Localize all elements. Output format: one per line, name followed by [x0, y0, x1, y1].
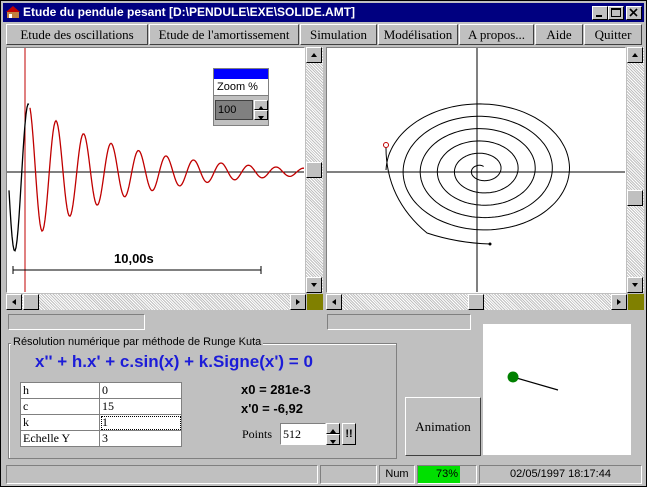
pendulum-app-icon: [6, 6, 20, 18]
minimize-button[interactable]: [592, 6, 608, 20]
param-value[interactable]: 15: [99, 398, 182, 415]
arrow-down-icon: [330, 440, 336, 444]
status-progress: 73%: [417, 465, 477, 484]
scroll-right-button[interactable]: [290, 294, 306, 310]
phase-canvas: [327, 48, 625, 292]
status-message: [6, 465, 318, 484]
pendulum-animation: [507, 371, 559, 391]
scroll-down-button[interactable]: [306, 277, 322, 293]
arrow-right-icon: [617, 299, 621, 305]
phase-spiral: [385, 103, 571, 245]
scrollbar-corner: [628, 294, 644, 310]
menu-quitter[interactable]: Quitter: [584, 24, 642, 45]
left-plot-vertical-scrollbar[interactable]: [306, 47, 323, 293]
zoom-label: Zoom %: [214, 79, 268, 96]
menu-simulation[interactable]: Simulation: [300, 24, 377, 45]
status-cell: [320, 465, 377, 484]
maximize-button[interactable]: [608, 6, 624, 20]
arrow-down-icon: [258, 116, 264, 120]
arrow-down-icon: [632, 283, 638, 287]
scroll-right-button[interactable]: [611, 294, 627, 310]
close-button[interactable]: [626, 6, 642, 20]
title-bar: Etude du pendule pesant [D:\PENDULE\EXE\…: [3, 3, 644, 22]
zoom-down-button[interactable]: [254, 110, 268, 120]
status-progress-text: 73%: [435, 468, 459, 480]
arrow-left-icon: [12, 299, 16, 305]
right-plot-vertical-scrollbar[interactable]: [627, 47, 644, 293]
param-name: Echelle Y: [20, 430, 100, 447]
pendulum-rod: [512, 376, 559, 391]
animation-canvas: [483, 324, 631, 455]
params-table: h 0 c 15 k 1 Echelle Y 3: [20, 382, 182, 447]
menu-a-propos[interactable]: A propos...: [459, 24, 534, 45]
scroll-thumb[interactable]: [468, 294, 484, 310]
oscillation-curve-tail: [29, 107, 304, 233]
right-plot-horizontal-scrollbar[interactable]: [326, 294, 627, 310]
table-row: k 1: [20, 414, 182, 431]
duration-label: 10,00s: [114, 251, 154, 266]
menu-etude-amortissement[interactable]: Etude de l'amortissement: [149, 24, 299, 45]
arrow-up-icon: [311, 53, 317, 57]
menu-aide[interactable]: Aide: [535, 24, 583, 45]
table-row: h 0: [20, 382, 182, 399]
left-gauge: [8, 314, 145, 330]
menu-bar: Etude des oscillations Etude de l'amorti…: [3, 24, 644, 45]
param-name: c: [20, 398, 100, 415]
table-row: Echelle Y 3: [20, 430, 182, 447]
right-gauge: [327, 314, 471, 330]
scrollbar-corner: [307, 294, 323, 310]
time-plot: 10,00s Zoom % 100: [6, 47, 305, 293]
zoom-header: [214, 69, 268, 79]
xp0-result: x'0 = -6,92: [241, 401, 303, 416]
menu-modelisation[interactable]: Modélisation: [378, 24, 458, 45]
close-icon: [629, 8, 638, 17]
window-title: Etude du pendule pesant [D:\PENDULE\EXE\…: [23, 5, 356, 19]
points-input[interactable]: 512: [280, 423, 326, 445]
param-value[interactable]: 1: [99, 414, 182, 431]
param-value[interactable]: 3: [99, 430, 182, 447]
oscillation-curve: [8, 103, 30, 252]
animation-button[interactable]: Animation: [405, 397, 481, 456]
param-name: k: [20, 414, 100, 431]
zoom-widget: Zoom % 100: [213, 68, 269, 126]
param-name: h: [20, 382, 100, 399]
scroll-thumb[interactable]: [306, 162, 322, 178]
pendulum-bob: [507, 371, 519, 383]
zoom-up-button[interactable]: [254, 100, 268, 110]
phase-start-point: [383, 142, 389, 148]
points-label: Points: [242, 427, 273, 441]
scroll-up-button[interactable]: [306, 47, 322, 63]
minimize-icon: [596, 15, 602, 17]
scroll-left-button[interactable]: [6, 294, 22, 310]
status-bar: Num 73% 02/05/1997 18:17:44: [3, 465, 644, 485]
zoom-input[interactable]: 100: [215, 100, 253, 120]
left-plot-horizontal-scrollbar[interactable]: [6, 294, 306, 310]
runge-kutta-group-title: Résolution numérique par méthode de Rung…: [11, 336, 264, 348]
x0-result: x0 = 281e-3: [241, 382, 311, 397]
maximize-icon: [611, 8, 621, 17]
scroll-down-button[interactable]: [627, 277, 643, 293]
main-window: Etude du pendule pesant [D:\PENDULE\EXE\…: [0, 0, 647, 487]
table-row: c 15: [20, 398, 182, 415]
arrow-right-icon: [296, 299, 300, 305]
status-datetime: 02/05/1997 18:17:44: [479, 465, 642, 484]
equation: x'' + h.x' + c.sin(x) + k.Signe(x') = 0: [35, 352, 313, 371]
num-lock-indicator: Num: [379, 465, 415, 484]
scroll-thumb[interactable]: [23, 294, 39, 310]
param-value[interactable]: 0: [99, 382, 182, 399]
arrow-down-icon: [311, 283, 317, 287]
arrow-up-icon: [632, 53, 638, 57]
scroll-left-button[interactable]: [326, 294, 342, 310]
phase-plot: [326, 47, 626, 293]
points-down-button[interactable]: [326, 434, 340, 445]
points-apply-button[interactable]: !!: [342, 423, 356, 445]
scroll-up-button[interactable]: [627, 47, 643, 63]
menu-etude-oscillations[interactable]: Etude des oscillations: [6, 24, 148, 45]
arrow-left-icon: [332, 299, 336, 305]
phase-end-point: [488, 242, 492, 246]
points-up-button[interactable]: [326, 423, 340, 434]
scroll-thumb[interactable]: [627, 190, 643, 206]
